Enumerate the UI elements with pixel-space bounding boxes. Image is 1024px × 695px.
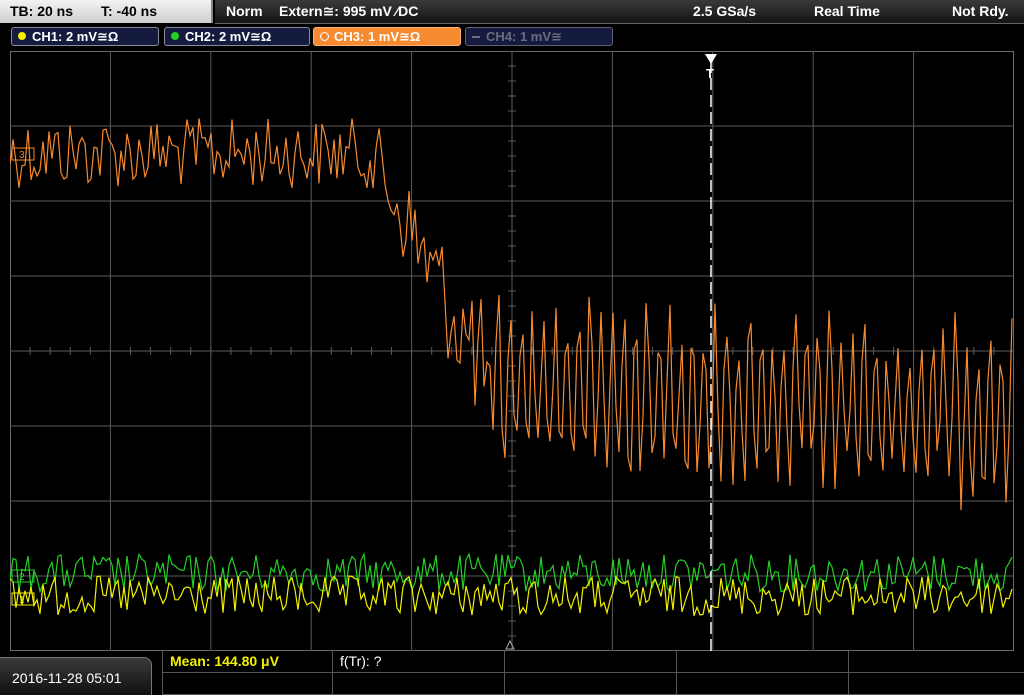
footer-bar: 2016-11-28 05:01 Mean: 144.80 μV f(Tr): … [0, 651, 1024, 695]
measurement-cell [504, 673, 677, 694]
datetime-panel: 2016-11-28 05:01 [0, 657, 152, 695]
channel-dot-icon [18, 32, 26, 40]
channel-tab-label: CH3: 1 mV≅Ω [334, 29, 421, 44]
measurement-cell [848, 651, 1024, 672]
measurement-cell [848, 673, 1024, 694]
measurement-cell [162, 673, 333, 694]
measurement-row [162, 673, 1024, 695]
measurement-cell [676, 651, 849, 672]
status-bar: TB: 20 ns T: -40 ns Norm Extern≅: 995 mV… [0, 0, 1024, 24]
ch2-level-label: 2 [19, 572, 25, 583]
ch3-level-label: 3 [19, 150, 25, 161]
trigger-mode-label: Norm [226, 3, 263, 19]
channel-tab-ch4[interactable]: CH4: 1 mV≅ [465, 27, 613, 46]
channel-tab-ch1[interactable]: CH1: 2 mV≅Ω [11, 27, 159, 46]
rise-frequency-measurement: f(Tr): ? [340, 653, 382, 669]
datetime-label: 2016-11-28 05:01 [12, 670, 122, 686]
channel-tab-ch3[interactable]: CH3: 1 mV≅Ω [313, 27, 461, 46]
timebase-label: TB: 20 ns [10, 3, 74, 19]
waveform-display[interactable]: T 3 2 1 [10, 51, 1014, 651]
measurement-table[interactable]: Mean: 144.80 μV f(Tr): ? [162, 651, 1024, 695]
acquisition-mode-label: Real Time [814, 3, 880, 19]
trigger-marker-label: T [706, 66, 714, 81]
sample-rate-label: 2.5 GSa/s [693, 3, 757, 19]
mean-measurement: Mean: 144.80 μV [170, 653, 279, 669]
channel-dot-icon [320, 32, 329, 41]
measurement-cell [676, 673, 849, 694]
channel-tab-ch2[interactable]: CH2: 2 mV≅Ω [164, 27, 310, 46]
ch1-level-label: 1 [19, 595, 25, 606]
timebase-panel[interactable]: TB: 20 ns T: -40 ns [0, 0, 213, 23]
measurement-row: Mean: 144.80 μV f(Tr): ? [162, 651, 1024, 673]
run-state-label: Not Rdy. [952, 3, 1009, 19]
channel-tab-label: CH4: 1 mV≅ [486, 29, 562, 44]
channel-tab-label: CH1: 2 mV≅Ω [32, 29, 119, 44]
acquisition-panel[interactable]: Norm Extern≅: 995 mV ∕DC 2.5 GSa/s Real … [215, 0, 1024, 24]
channel-tabs: CH1: 2 mV≅Ω CH2: 2 mV≅Ω CH3: 1 mV≅Ω CH4:… [0, 24, 1024, 50]
channel-tab-label: CH2: 2 mV≅Ω [185, 29, 272, 44]
channel-dot-icon [171, 32, 179, 40]
trigger-time-label: T: -40 ns [101, 3, 158, 19]
trigger-source-label: Extern≅: 995 mV ∕DC [279, 3, 419, 19]
measurement-cell [504, 651, 677, 672]
channel-off-icon [472, 36, 480, 38]
measurement-cell [332, 673, 505, 694]
